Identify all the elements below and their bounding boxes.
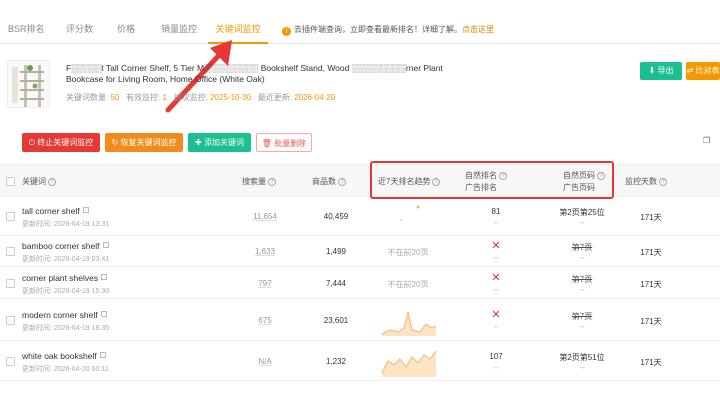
updated-time: 更新时间: 2026-04-19 13:31 (22, 221, 110, 228)
search-volume-value[interactable]: 11,654 (250, 212, 280, 221)
tab-rating-count[interactable]: 评分数 (66, 14, 93, 44)
goods-count-value: 23,601 (323, 315, 349, 325)
table-row: bamboo corner shelf 更新时间: 2026-04-19 03:4… (0, 237, 720, 267)
ad-page-value: -- (579, 218, 585, 227)
tab-bar: BSR排名 评分数 价格 销量监控 关键词监控 ! 去插件端查询，立即查看最新排名… (0, 14, 720, 44)
trend-status: 不在前20页 (387, 279, 429, 289)
help-icon: ? (338, 177, 346, 186)
ad-page-value: -- (579, 362, 585, 372)
goods-count-value: 40,459 (323, 212, 349, 221)
product-image (7, 60, 50, 108)
row-checkbox[interactable] (6, 315, 15, 325)
external-link-icon[interactable] (82, 207, 89, 213)
trend-chart[interactable] (380, 306, 440, 341)
table-row: modern corner shelf 更新时间: 2026-04-19 18:3… (0, 300, 720, 341)
not-ranked-icon: ✕ (491, 240, 501, 252)
ad-rank-value: -- (493, 362, 499, 372)
trend-chart[interactable] (380, 202, 440, 227)
organic-page-value: 第7页 (571, 274, 593, 284)
updated-time: 更新时间: 2026-04-19 15:30 (22, 287, 110, 295)
organic-page-value: 第7页 (571, 243, 593, 252)
monitor-days-value: 171天 (640, 248, 662, 257)
goods-count-value: 7,444 (325, 278, 347, 288)
copy-icon[interactable]: ❐ (703, 136, 710, 145)
organic-rank-value: 81 (491, 207, 501, 216)
help-icon: ? (48, 177, 56, 186)
monitor-days-value: 171天 (640, 316, 662, 326)
help-icon: ? (268, 177, 276, 186)
search-volume-value[interactable]: 1,633 (250, 247, 280, 256)
ad-rank-value: -- (493, 253, 499, 262)
resume-monitor-button[interactable]: ↻ 恢复关键词监控 (105, 133, 183, 152)
updated-time: 更新时间: 2026-04-19 03:41 (22, 256, 110, 263)
row-checkbox[interactable] (6, 212, 15, 221)
organic-page-value: 第2页第51位 (559, 352, 605, 362)
col-monitor-days[interactable]: 监控天数? (625, 176, 667, 187)
add-keyword-button[interactable]: ✚ 添加关键词 (188, 133, 251, 152)
compare-button[interactable]: ⇄ 比对表 (686, 62, 720, 80)
external-link-icon[interactable] (101, 273, 108, 280)
organic-rank-value: 107 (489, 351, 503, 361)
search-volume-value[interactable]: 797 (250, 279, 280, 288)
row-checkbox[interactable] (6, 278, 15, 288)
col-keyword: 关键词? (22, 176, 56, 187)
trend-sparkline (381, 311, 437, 336)
ad-page-value: -- (579, 284, 585, 294)
select-all-checkbox[interactable] (6, 177, 15, 186)
keyword-link[interactable]: tall corner shelf (22, 206, 89, 216)
keyword-link[interactable]: corner plant shelves (22, 273, 108, 283)
row-checkbox[interactable] (6, 356, 15, 366)
help-icon: ? (659, 177, 667, 186)
notice-link[interactable]: 点击这里 (462, 25, 494, 34)
search-volume-value[interactable]: 675 (250, 316, 280, 325)
stop-monitor-button[interactable]: ⏻ 终止关键词监控 (22, 133, 100, 152)
external-link-icon[interactable] (102, 242, 109, 248)
table-row: corner plant shelves 更新时间: 2026-04-19 15:… (0, 268, 720, 299)
ad-rank-value: -- (493, 218, 499, 227)
ad-page-value: -- (579, 253, 585, 262)
updated-time: 更新时间: 2026-04-19 18:35 (22, 324, 110, 332)
tab-price[interactable]: 价格 (117, 14, 135, 44)
row-checkbox[interactable] (6, 247, 15, 256)
external-link-icon[interactable] (99, 351, 106, 358)
goods-count-value: 1,232 (325, 356, 347, 366)
trend-status: 不在前20页 (387, 248, 429, 257)
export-button[interactable]: ⬇ 导出 (640, 62, 682, 80)
external-link-icon[interactable] (100, 310, 107, 317)
highlight-box (370, 161, 614, 199)
table-row: tall corner shelf 更新时间: 2026-04-19 13:31 1… (0, 198, 720, 236)
table-row: white oak bookshelf 更新时间: 2026-04-20 00:1… (0, 342, 720, 381)
ad-rank-value: -- (493, 284, 499, 294)
trend-chart[interactable] (380, 347, 440, 382)
monitor-days-value: 171天 (640, 213, 662, 222)
trend-sparkline (400, 205, 420, 221)
plugin-notice: ! 去插件端查询，立即查看最新排名！详细了解。点击这里 (282, 24, 494, 36)
not-ranked-icon: ✕ (491, 271, 501, 284)
keyword-link[interactable]: white oak bookshelf (22, 351, 106, 361)
ad-rank-value: -- (493, 321, 499, 331)
monitor-days-value: 171天 (640, 279, 662, 289)
product-summary: F░░░░░t Tall Corner Shelf, 5 Tier M░░░░░… (0, 52, 720, 110)
goods-count-value: 1,499 (325, 247, 347, 256)
product-title[interactable]: F░░░░░t Tall Corner Shelf, 5 Tier M░░░░░… (66, 63, 446, 85)
action-toolbar: ⏻ 终止关键词监控 ↻ 恢复关键词监控 ✚ 添加关键词 🗑 批量删除 (0, 130, 720, 154)
col-goods-count[interactable]: 商品数? (312, 176, 346, 187)
info-icon: ! (282, 27, 291, 36)
product-meta: 关键词数量: 50 有效监控: 1 初次监控: 2025-10-30 最近更新:… (66, 93, 336, 102)
ad-page-value: -- (579, 321, 585, 331)
product-thumbnail-shelf (12, 65, 44, 107)
organic-page-value: 第7页 (571, 311, 593, 321)
tab-bsr-rank[interactable]: BSR排名 (8, 14, 45, 44)
trend-sparkline (381, 350, 437, 377)
search-volume-value[interactable]: N/A (250, 357, 280, 366)
not-ranked-icon: ✕ (491, 308, 501, 321)
keyword-link[interactable]: modern corner shelf (22, 310, 107, 320)
monitor-days-value: 171天 (640, 357, 662, 367)
updated-time: 更新时间: 2026-04-20 00:11 (22, 365, 109, 373)
batch-delete-button[interactable]: 🗑 批量删除 (256, 133, 312, 152)
organic-page-value: 第2页第25位 (559, 208, 605, 217)
app-window: BSR排名 评分数 价格 销量监控 关键词监控 ! 去插件端查询，立即查看最新排名… (0, 0, 720, 403)
keyword-link[interactable]: bamboo corner shelf (22, 241, 109, 251)
col-search-volume[interactable]: 搜索量? (242, 176, 276, 187)
